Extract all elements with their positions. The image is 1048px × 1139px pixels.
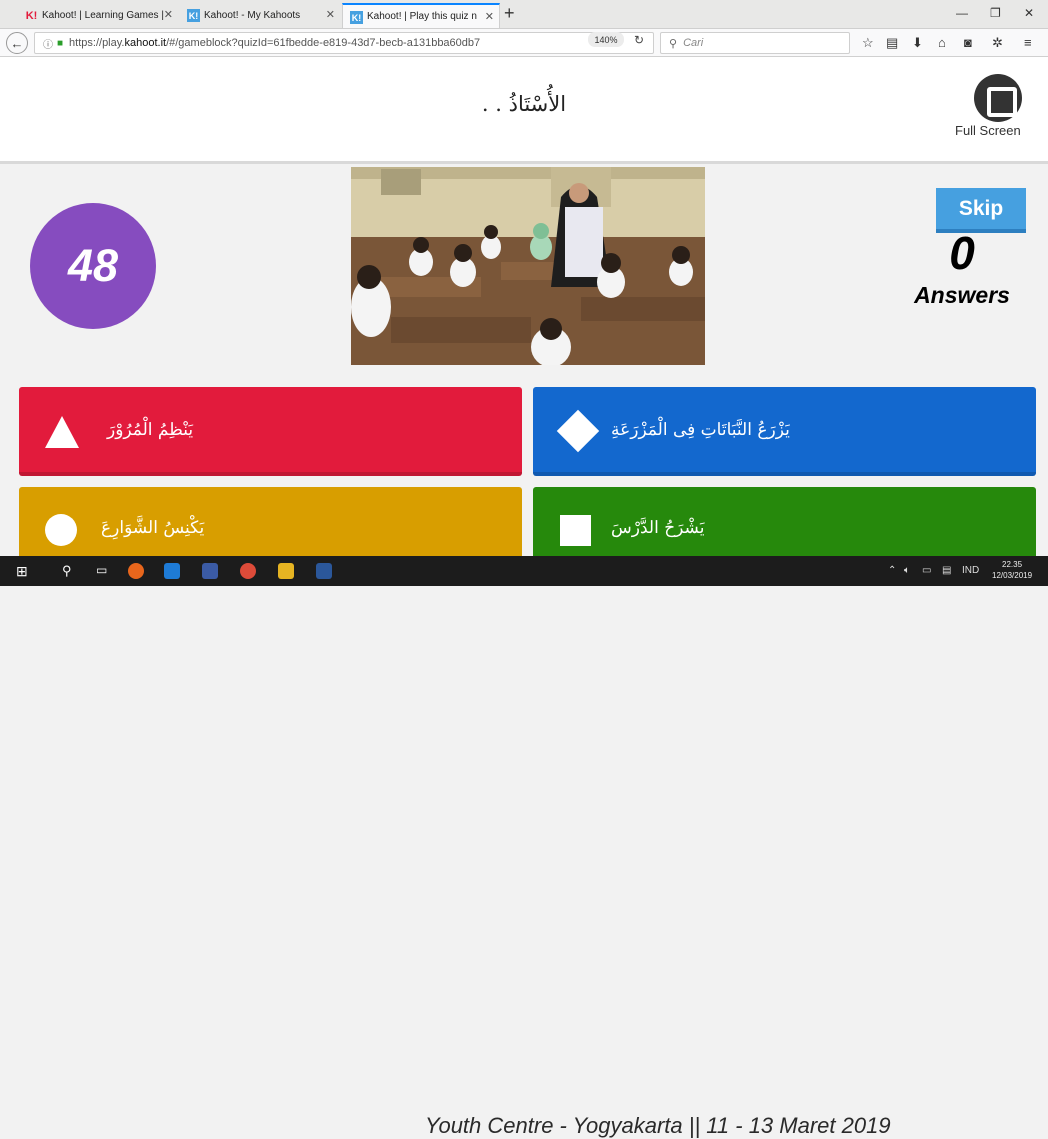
lock-icon: ■ [57, 37, 64, 49]
browser-tab-bar: K! Kahoot! | Learning Games | ✕ K! Kahoo… [0, 0, 1048, 29]
clock-time: 22.35 [1002, 560, 1023, 569]
notification-icon[interactable]: ▤ [942, 565, 951, 576]
tab-title: Kahoot! | Learning Games | [42, 10, 164, 21]
answers-count: 0 [949, 227, 975, 279]
tab-title: Kahoot! - My Kahoots [204, 10, 301, 21]
minimize-icon[interactable]: — [956, 6, 968, 20]
tray-up-icon[interactable]: ⌃ [888, 565, 896, 576]
clock[interactable]: 22.35 12/03/2019 [992, 559, 1032, 581]
language-indicator[interactable]: IND [962, 565, 979, 576]
triangle-icon [45, 416, 79, 448]
chrome-icon[interactable] [240, 563, 256, 579]
zoom-level[interactable]: 140% [588, 32, 624, 47]
answer-text: يَشْرَحُ الدَّرْسَ [611, 518, 705, 538]
home-icon[interactable]: ⌂ [938, 35, 946, 50]
pocket-icon[interactable]: ◙ [964, 35, 972, 50]
watermark-text: Youth Centre - Yogyakarta || 11 - 13 Mar… [425, 1113, 891, 1138]
bookmark-star-icon[interactable]: ☆ [862, 35, 874, 51]
back-arrow-icon[interactable]: ← [6, 32, 28, 54]
fullscreen-label[interactable]: Full Screen [955, 123, 1021, 138]
diamond-icon [556, 409, 600, 453]
word-icon[interactable] [316, 563, 332, 579]
close-tab-icon[interactable]: ✕ [326, 8, 335, 21]
firefox-icon[interactable] [128, 563, 144, 579]
extension-icon[interactable]: ✲ [992, 35, 1003, 51]
square-icon [560, 515, 591, 546]
answers-label: Answers [914, 282, 1010, 308]
tab-play-quiz[interactable]: K! Kahoot! | Play this quiz n ✕ [342, 3, 500, 28]
answer-text: يَنْظِمُ الْمُرُوْرَ [107, 420, 194, 440]
search-icon[interactable]: ⚲ [62, 563, 72, 579]
search-placeholder: Cari [683, 37, 704, 49]
task-view-icon[interactable]: ▭ [96, 563, 107, 577]
clock-date: 12/03/2019 [992, 571, 1033, 580]
kahoot-favicon-icon: K! [350, 11, 363, 24]
close-window-icon[interactable]: ✕ [1024, 6, 1034, 20]
reload-icon[interactable]: ↻ [634, 33, 644, 47]
restore-icon[interactable]: ❐ [990, 6, 1001, 20]
info-icon[interactable]: ⓘ [43, 36, 53, 51]
reading-list-icon[interactable]: ▤ [886, 35, 898, 51]
menu-icon[interactable]: ≡ [1024, 35, 1032, 50]
countdown-timer: 48 [30, 203, 156, 329]
classroom-photo [351, 167, 705, 365]
address-bar[interactable]: ⓘ ■ https://play. kahoot.it/#/gameblock?q… [34, 32, 654, 54]
answer-option-diamond[interactable]: يَزْرَعُ النَّبَاتَاتِ فِى الْمَزْرَعَةِ [533, 387, 1036, 476]
question-image [351, 167, 705, 365]
new-tab-icon[interactable]: + [504, 3, 515, 24]
windows-start-icon[interactable]: ⊞ [16, 563, 28, 580]
close-tab-icon[interactable]: ✕ [485, 10, 494, 23]
question-header: الأُسْتَاذُ . . Full Screen [0, 57, 1048, 164]
windows-taskbar: ⊞ ⚲ ▭ Youth Centre - Yogyakarta || 11 - … [0, 556, 1048, 1138]
answer-text: يَكْنِسُ الشَّوَارِعَ [101, 518, 205, 538]
answer-option-triangle[interactable]: يَنْظِمُ الْمُرُوْرَ [19, 387, 522, 476]
url-domain: kahoot.it [124, 37, 167, 49]
fullscreen-icon[interactable] [974, 74, 1022, 122]
question-text: الأُسْتَاذُ . . [481, 92, 567, 116]
search-input[interactable]: ⚲ Cari [660, 32, 850, 54]
volume-icon[interactable]: 🔈︎ [904, 565, 910, 576]
tab-title: Kahoot! | Play this quiz n [367, 11, 477, 22]
browser-nav-bar: ← ⓘ ■ https://play. kahoot.it/#/gameblock… [0, 29, 1048, 57]
kahoot-favicon-icon: K! [187, 9, 200, 22]
url-prefix: https://play. [69, 37, 125, 49]
file-explorer-icon[interactable] [278, 563, 294, 579]
tab-kahoot-learning-games[interactable]: K! Kahoot! | Learning Games | ✕ [18, 3, 178, 28]
search-icon: ⚲ [669, 37, 678, 50]
answer-text: يَزْرَعُ النَّبَاتَاتِ فِى الْمَزْرَعَةِ [611, 420, 790, 440]
edge-icon[interactable] [164, 563, 180, 579]
media-player-icon[interactable] [202, 563, 218, 579]
tab-my-kahoots[interactable]: K! Kahoot! - My Kahoots ✕ [180, 3, 340, 28]
download-icon[interactable]: ⬇ [912, 35, 923, 51]
circle-icon [45, 514, 77, 546]
url-suffix: /#/gameblock?quizId=61fbedde-e819-43d7-b… [166, 37, 481, 49]
network-icon[interactable]: ▭ [922, 565, 931, 576]
close-tab-icon[interactable]: ✕ [164, 8, 173, 21]
kahoot-favicon-icon: K! [25, 9, 38, 22]
